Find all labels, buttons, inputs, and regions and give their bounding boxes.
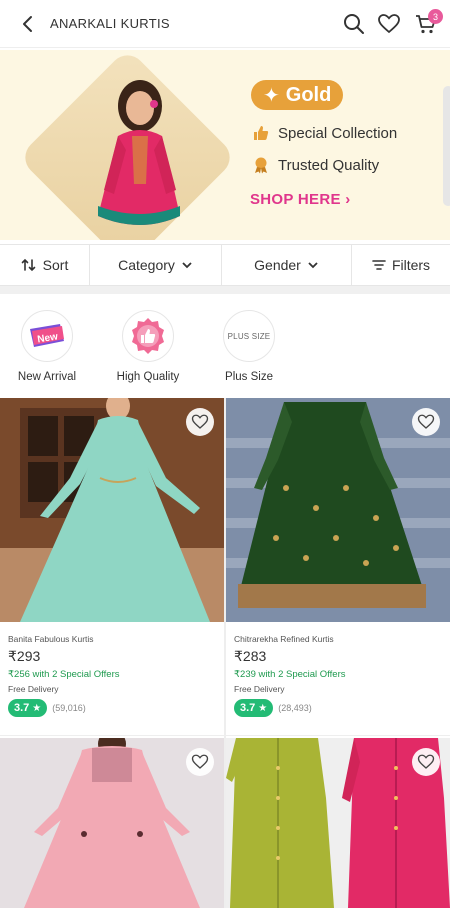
free-delivery-label: Free Delivery	[8, 684, 59, 694]
filters-button[interactable]: Filters	[352, 245, 450, 285]
medal-icon	[255, 157, 267, 174]
top-app-bar: ANARKALI KURTIS 3	[0, 0, 450, 48]
review-count: (28,493)	[278, 703, 312, 713]
product-card[interactable]	[0, 738, 224, 908]
svg-text:New: New	[37, 331, 59, 345]
review-count: (59,016)	[52, 703, 86, 713]
quick-filter-chips: New New Arrival High Quality PLUS SIZE P…	[0, 300, 450, 394]
wishlist-heart-icon[interactable]	[377, 12, 401, 36]
rating-row: 3.7 ★ (28,493)	[234, 699, 444, 717]
special-offer-text: ₹239 with 2 Special Offers	[234, 669, 346, 680]
special-offer-text: ₹256 with 2 Special Offers	[8, 669, 120, 680]
heart-outline-icon	[191, 754, 209, 769]
chevron-down-icon	[182, 262, 192, 269]
wishlist-toggle[interactable]	[412, 408, 440, 436]
banner-carousel-edge	[443, 86, 450, 206]
filter-lines-icon	[372, 260, 386, 270]
chevron-down-icon	[308, 262, 318, 269]
star-icon: ★	[32, 702, 42, 714]
shop-here-link[interactable]: SHOP HERE ›	[250, 191, 351, 208]
gender-dropdown[interactable]: Gender	[222, 245, 352, 285]
chevron-right-icon: ›	[345, 191, 351, 208]
quality-seal-icon	[122, 310, 174, 362]
product-card[interactable]	[226, 738, 450, 908]
star-icon: ★	[258, 702, 268, 714]
product-card[interactable]: Chitrarekha Refined Kurtis ₹283 ₹239 wit…	[226, 398, 450, 736]
product-info: Banita Fabulous Kurtis ₹293 ₹256 with 2 …	[8, 634, 218, 717]
chip-new-arrival[interactable]: New New Arrival	[2, 310, 92, 383]
wishlist-toggle[interactable]	[186, 748, 214, 776]
rating-row: 3.7 ★ (59,016)	[8, 699, 218, 717]
product-price: ₹293	[8, 648, 41, 664]
sort-arrows-icon	[21, 258, 35, 272]
heart-outline-icon	[417, 754, 435, 769]
search-icon[interactable]	[342, 12, 366, 36]
cart-count-badge: 3	[428, 9, 443, 24]
feature-special-collection: Special Collection	[252, 124, 397, 142]
gold-badge: ✦ Gold	[251, 80, 344, 110]
page-title: ANARKALI KURTIS	[50, 16, 170, 31]
sort-button[interactable]: Sort	[0, 245, 90, 285]
wishlist-toggle[interactable]	[186, 408, 214, 436]
sort-filter-bar: Sort Category Gender Filters	[0, 244, 450, 286]
category-dropdown[interactable]: Category	[90, 245, 222, 285]
rating-badge: 3.7 ★	[234, 699, 274, 717]
thumbs-up-icon	[254, 126, 269, 140]
chip-high-quality[interactable]: High Quality	[103, 310, 193, 383]
sparkle-icon: ✦	[263, 84, 280, 107]
plus-size-icon: PLUS SIZE	[223, 310, 275, 362]
product-price: ₹283	[234, 648, 267, 664]
section-divider	[0, 286, 450, 294]
product-name: Chitrarekha Refined Kurtis	[234, 634, 334, 644]
heart-outline-icon	[417, 414, 435, 429]
product-card[interactable]: Banita Fabulous Kurtis ₹293 ₹256 with 2 …	[0, 398, 224, 736]
wishlist-toggle[interactable]	[412, 748, 440, 776]
chip-plus-size[interactable]: PLUS SIZE Plus Size	[204, 310, 294, 383]
free-delivery-label: Free Delivery	[234, 684, 285, 694]
banner-model-image	[98, 80, 180, 225]
product-info: Chitrarekha Refined Kurtis ₹283 ₹239 wit…	[234, 634, 444, 717]
back-arrow-icon[interactable]	[18, 14, 38, 34]
heart-outline-icon	[191, 414, 209, 429]
promo-banner[interactable]: ✦ Gold Special Collection Trusted Qualit…	[0, 50, 450, 240]
new-arrival-icon: New	[21, 310, 73, 362]
rating-badge: 3.7 ★	[8, 699, 48, 717]
product-name: Banita Fabulous Kurtis	[8, 634, 94, 644]
feature-trusted-quality: Trusted Quality	[252, 156, 379, 174]
